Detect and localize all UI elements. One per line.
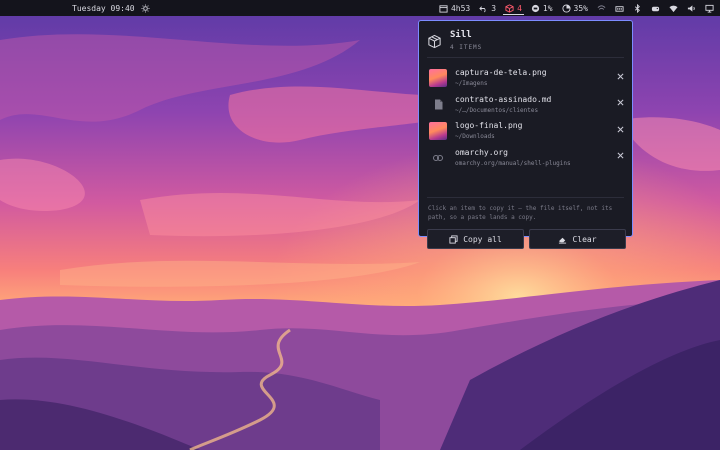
remove-item-button[interactable] — [615, 151, 625, 161]
vpn-icon[interactable] — [615, 0, 624, 16]
box-icon — [505, 3, 514, 13]
list-item[interactable]: contrato-assinado.md ~/…/Documentos/clie… — [429, 92, 625, 119]
battery-icon — [561, 3, 571, 13]
hint-text: Click an item to copy it — the file itse… — [428, 205, 613, 221]
image-thumbnail — [429, 69, 447, 87]
close-icon — [617, 99, 623, 106]
copy-all-label: Copy all — [463, 234, 502, 244]
remove-item-button[interactable] — [615, 98, 625, 108]
item-path: ~/…/Documentos/clientes — [455, 106, 539, 114]
close-icon — [617, 152, 623, 159]
copy-all-button[interactable]: Copy all — [427, 229, 524, 249]
calendar-icon — [439, 4, 448, 13]
clipboard-indicator[interactable]: 4 — [503, 0, 524, 16]
image-thumbnail — [429, 122, 447, 140]
volume-icon[interactable] — [687, 0, 696, 16]
gamepad-icon[interactable] — [651, 0, 660, 16]
sun-icon[interactable] — [141, 0, 150, 16]
eraser-icon — [559, 237, 567, 244]
item-name: omarchy.org — [455, 147, 508, 157]
copy-icon — [449, 234, 458, 244]
panel-header: Sill 4 ITEMS — [427, 30, 482, 51]
uptime-indicator[interactable]: 4h53 — [439, 0, 470, 16]
remove-item-button[interactable] — [615, 124, 625, 134]
item-count: 4 ITEMS — [450, 44, 483, 51]
bluetooth-icon[interactable] — [633, 0, 642, 16]
top-bar: Tuesday 09:40 4h53 3 4 1% 35% — [0, 0, 720, 16]
updates-indicator[interactable]: 3 — [479, 0, 496, 16]
battery-indicator[interactable]: 35% — [561, 0, 588, 16]
item-path: ~/Downloads — [455, 133, 495, 140]
list-item[interactable]: omarchy.org omarchy.org/manual/shell-plu… — [429, 145, 625, 172]
document-icon — [429, 96, 447, 114]
uptime-value: 4h53 — [450, 3, 471, 13]
item-path: omarchy.org/manual/shell-plugins — [455, 159, 571, 167]
network-icon[interactable] — [597, 0, 606, 16]
remove-item-button[interactable] — [615, 71, 625, 81]
cpu-value: 1% — [542, 3, 553, 13]
monitor-icon[interactable] — [705, 0, 714, 16]
clipboard-list: captura-de-tela.png ~/Imagens contrato-a… — [429, 65, 625, 171]
divider — [427, 197, 624, 198]
clear-label: Clear — [572, 234, 597, 244]
item-name: logo-final.png — [455, 121, 523, 130]
box-icon — [428, 34, 441, 49]
undo-arrow-icon — [479, 4, 488, 13]
close-icon — [617, 126, 623, 132]
clipboard-panel: Sill 4 ITEMS captura-de-tela.png ~/Image… — [418, 20, 633, 249]
panel-title: Sill — [450, 30, 472, 40]
clear-button[interactable]: Clear — [529, 229, 626, 249]
clipboard-count: 4 — [517, 3, 522, 13]
cpu-icon — [531, 4, 540, 13]
battery-value: 35% — [573, 3, 588, 13]
list-item[interactable]: captura-de-tela.png ~/Imagens — [429, 65, 625, 92]
item-name: contrato-assinado.md — [455, 94, 552, 104]
link-icon — [429, 149, 447, 167]
item-path: ~/Imagens — [455, 80, 488, 87]
wifi-icon[interactable] — [669, 0, 678, 16]
item-name: captura-de-tela.png — [455, 68, 547, 77]
list-item[interactable]: logo-final.png ~/Downloads — [429, 118, 625, 145]
clock[interactable]: Tuesday 09:40 — [72, 0, 135, 16]
close-icon — [617, 73, 623, 79]
updates-count: 3 — [491, 3, 497, 13]
cpu-indicator[interactable]: 1% — [531, 0, 553, 16]
divider — [427, 57, 624, 58]
